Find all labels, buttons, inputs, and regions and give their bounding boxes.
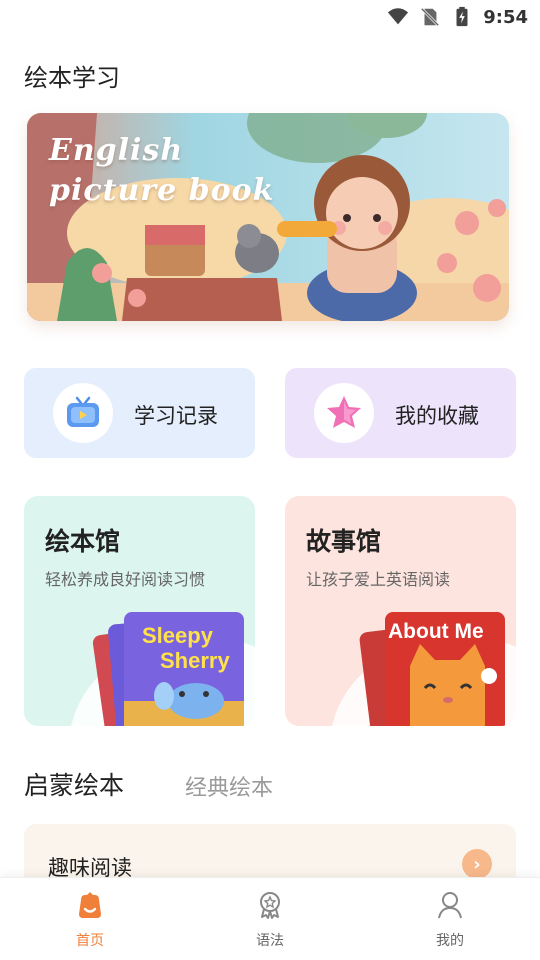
nav-me[interactable]: 我的 — [405, 890, 495, 950]
home-icon — [79, 892, 101, 918]
favorites-icon-circle — [314, 383, 374, 443]
picture-book-library-subtitle: 轻松养成良好阅读习惯 — [45, 570, 206, 589]
tv-icon — [67, 396, 99, 427]
wifi-icon — [388, 8, 409, 25]
bottom-navigation: 首页 语法 我的 — [0, 877, 540, 960]
my-favorites-label: 我的收藏 — [395, 404, 479, 428]
sleepy-sherry-book-cover: Sleepy Sherry — [71, 612, 255, 726]
chevron-right-icon[interactable]: › — [462, 849, 492, 879]
banner-line-1: English — [49, 133, 184, 168]
story-library-subtitle: 让孩子爱上英语阅读 — [306, 570, 451, 589]
clock: 9:54 — [483, 6, 528, 28]
no-sim-icon — [420, 7, 440, 27]
picture-book-library-title: 绘本馆 — [45, 527, 121, 556]
banner[interactable]: English picture book — [27, 113, 509, 321]
banner-heading: English picture book — [49, 131, 274, 211]
about-me-book-cover: About Me — [332, 612, 516, 726]
picture-book-library-card[interactable]: 绘本馆 轻松养成良好阅读习惯 Sleepy Sherry — [24, 496, 255, 726]
nav-me-label: 我的 — [436, 933, 464, 949]
tab-enlightenment-picture-books[interactable]: 启蒙绘本 — [24, 766, 124, 802]
study-record-label: 学习记录 — [134, 404, 218, 428]
nav-grammar[interactable]: 语法 — [225, 890, 315, 950]
profile-icon — [438, 892, 462, 919]
story-library-title: 故事馆 — [306, 527, 382, 556]
battery-charging-icon — [456, 6, 468, 27]
my-favorites-card[interactable]: 我的收藏 — [285, 368, 516, 458]
badge-icon — [260, 892, 280, 919]
page-title: 绘本学习 — [24, 64, 120, 92]
story-library-card[interactable]: 故事馆 让孩子爱上英语阅读 About Me — [285, 496, 516, 726]
status-bar: 9:54 — [0, 0, 540, 36]
book-title-line-1: Sleepy — [142, 623, 214, 648]
nav-grammar-label: 语法 — [256, 933, 284, 949]
banner-line-2: picture book — [49, 173, 275, 208]
nav-home-label: 首页 — [76, 933, 104, 949]
book-title: About Me — [388, 620, 484, 643]
study-record-icon-circle — [53, 383, 113, 443]
nav-home[interactable]: 首页 — [45, 890, 135, 950]
tab-classic-picture-books[interactable]: 经典绘本 — [185, 770, 273, 802]
star-icon — [327, 396, 361, 428]
study-record-card[interactable]: 学习记录 — [24, 368, 255, 458]
book-title-line-2: Sherry — [160, 648, 230, 673]
